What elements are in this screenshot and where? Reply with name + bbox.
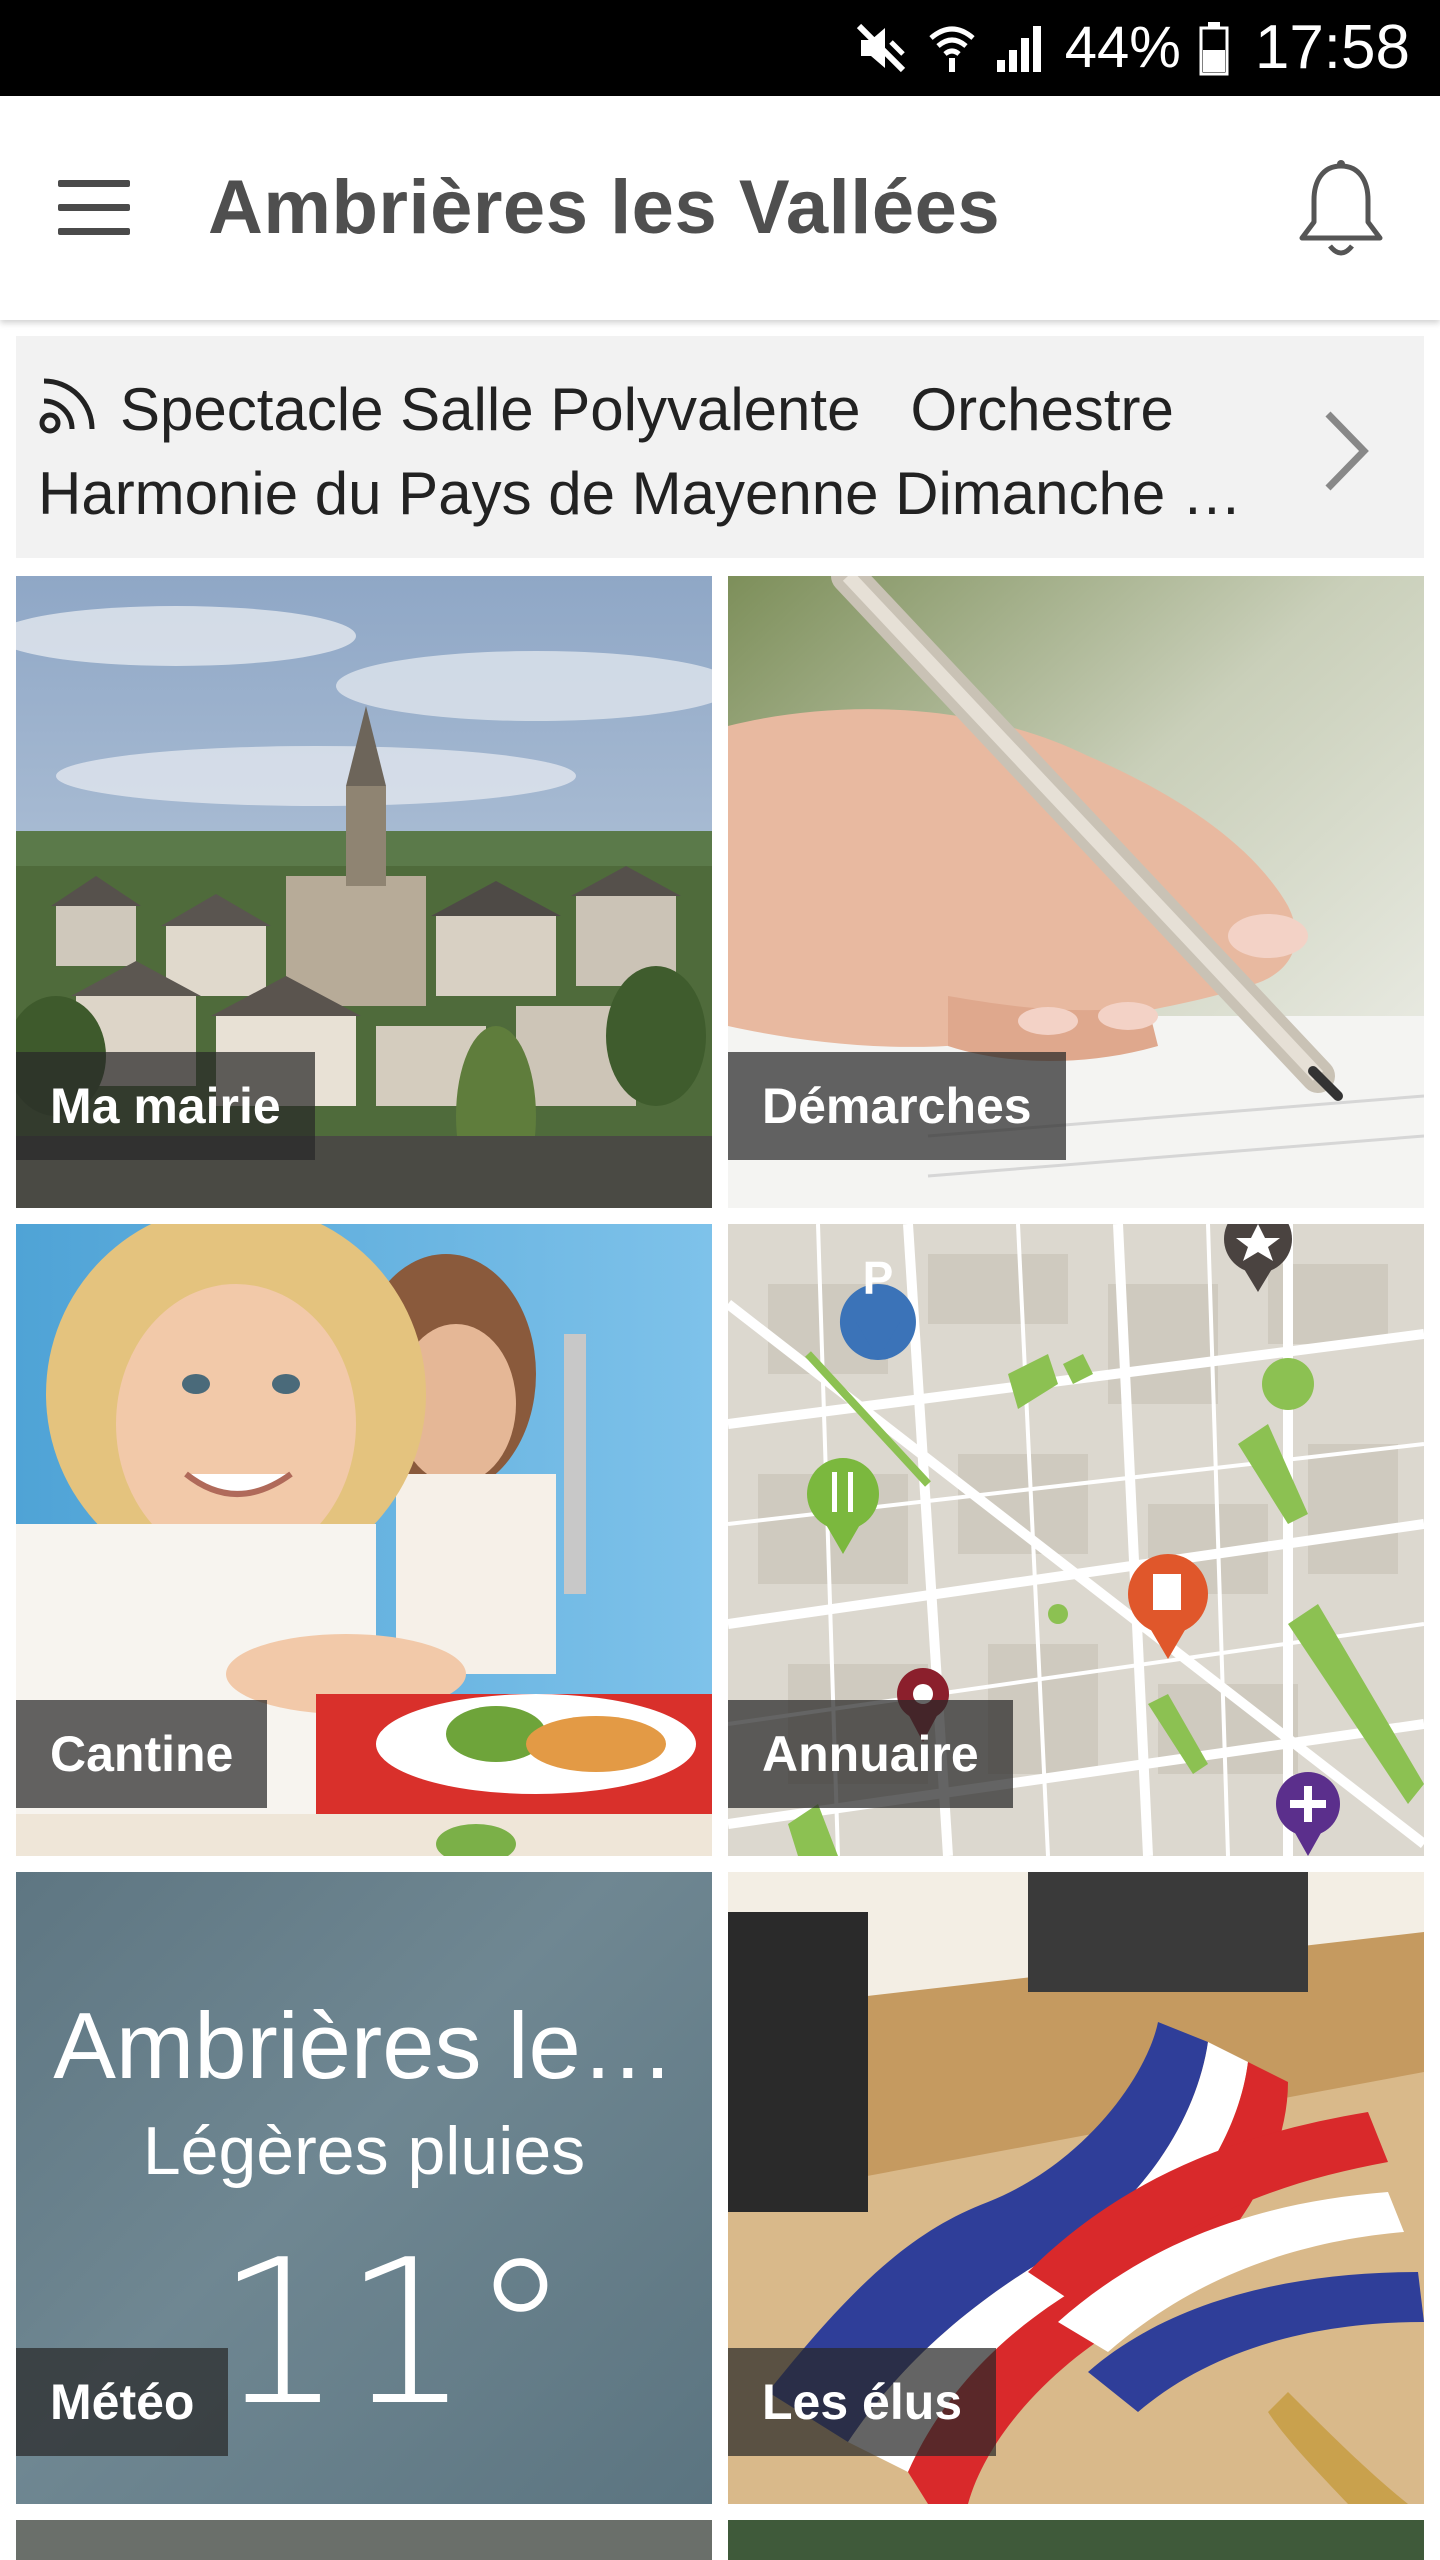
ticker-text: Spectacle Salle Polyvalente Orchestre Ha…	[38, 368, 1288, 536]
weather-temperature: 11°	[216, 2217, 571, 2450]
ticker-line-1: Spectacle Salle Polyvalente Orchestre	[120, 376, 1174, 443]
news-ticker[interactable]: Spectacle Salle Polyvalente Orchestre Ha…	[16, 336, 1424, 558]
tile-label: Ma mairie	[16, 1052, 315, 1160]
weather-city: Ambrières le…	[53, 1993, 675, 2098]
tile-partial-right[interactable]	[728, 2520, 1424, 2560]
tile-label: Annuaire	[728, 1700, 1013, 1808]
tile-label: Démarches	[728, 1052, 1066, 1160]
svg-text:P: P	[863, 1252, 894, 1304]
clock: 17:58	[1254, 13, 1410, 82]
tile-meteo[interactable]: Ambrières le… Légères pluies 11° Météo	[16, 1872, 712, 2504]
mute-icon	[856, 23, 905, 73]
rss-icon	[39, 378, 95, 434]
tile-demarches[interactable]: Démarches	[728, 576, 1424, 1208]
tile-label: Les élus	[728, 2348, 997, 2456]
status-bar: 44% 17:58	[0, 0, 1440, 96]
tile-ma-mairie[interactable]: Ma mairie	[16, 576, 712, 1208]
signal-icon	[996, 26, 1041, 72]
tile-cantine[interactable]: Cantine	[16, 1224, 712, 1856]
battery-icon	[1199, 22, 1229, 76]
battery-percent: 44%	[1064, 15, 1181, 80]
chevron-right-icon[interactable]	[1318, 408, 1374, 494]
page-title: Ambrières les Vallées	[208, 165, 1001, 250]
wifi-icon	[929, 26, 975, 72]
tile-les-elus[interactable]: Les élus	[728, 1872, 1424, 2504]
ticker-line-2: Harmonie du Pays de Mayenne Dimanche …	[38, 460, 1242, 527]
hamburger-menu-icon[interactable]	[46, 168, 142, 248]
tile-label: Cantine	[16, 1700, 268, 1808]
weather-condition: Légères pluies	[142, 2113, 586, 2189]
tile-label: Météo	[16, 2348, 229, 2456]
tile-annuaire[interactable]: P Annuaire	[728, 1224, 1424, 1856]
app-bar: Ambrières les Vallées	[0, 96, 1440, 320]
bell-icon[interactable]	[1286, 156, 1396, 266]
tile-partial-left[interactable]	[16, 2520, 712, 2560]
